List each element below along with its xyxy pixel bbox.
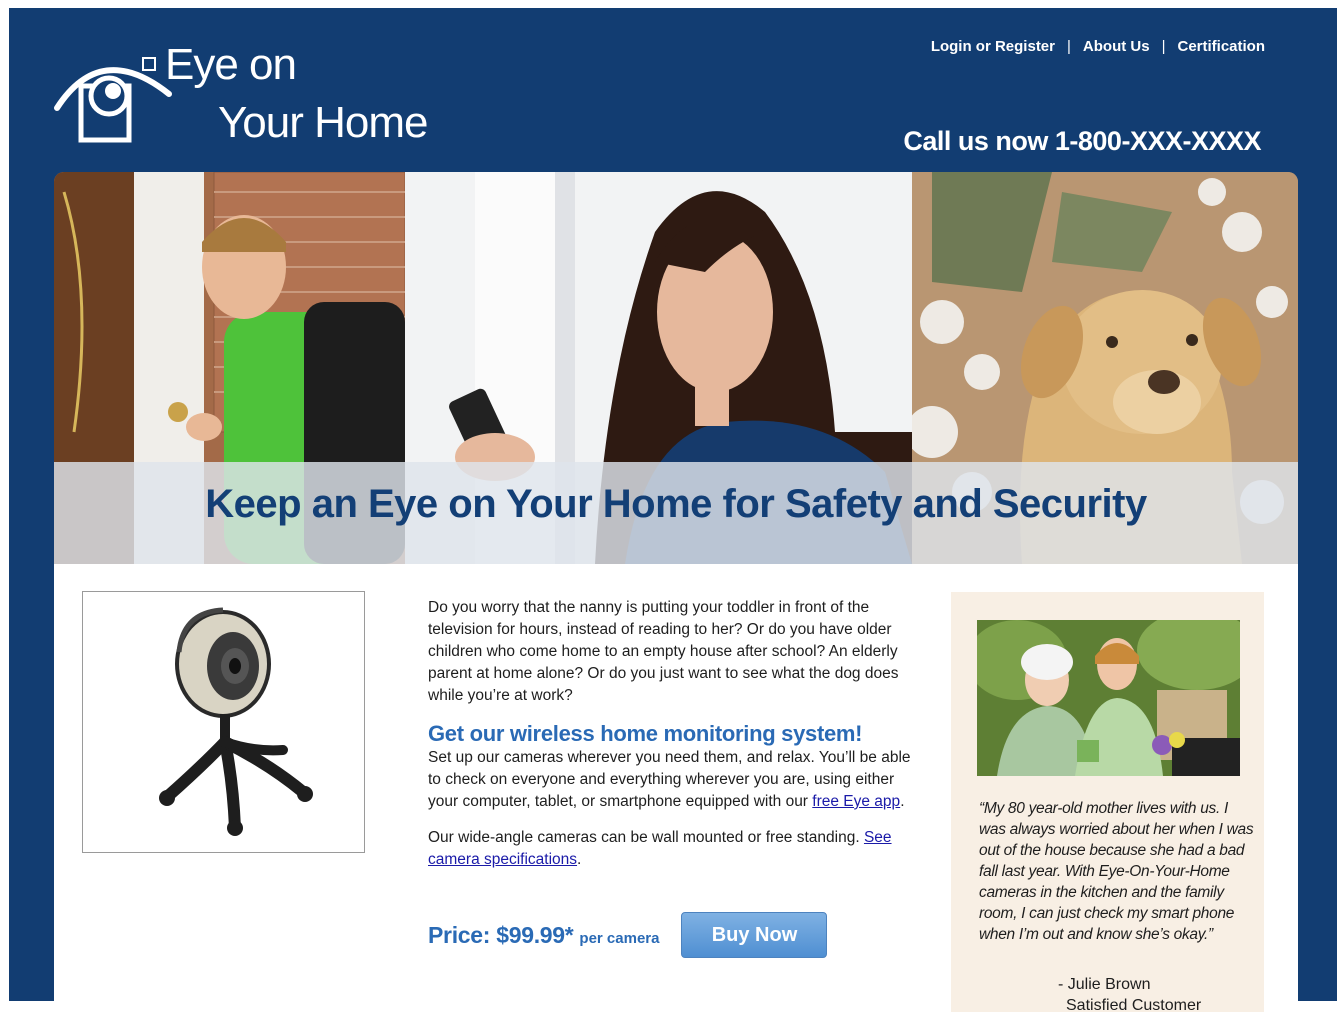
phone-number: Call us now 1-800-XXX-XXXX <box>903 126 1261 156</box>
setup-text-end: . <box>900 793 905 810</box>
testimonial-quote: “My 80 year-old mother lives with us. I … <box>979 800 1254 943</box>
price-row: Price: $99.99* per camera Buy Now <box>428 912 828 958</box>
main-content: Do you worry that the nanny is putting y… <box>54 564 1298 1014</box>
setup-paragraph: Set up our cameras wherever you need the… <box>428 747 923 813</box>
top-nav: Login or Register | About Us | Certifica… <box>931 38 1265 55</box>
testimonial-role: Satisfied Customer <box>1066 997 1202 1014</box>
intro-paragraph: Do you worry that the nanny is putting y… <box>428 599 899 704</box>
cameras-paragraph: Our wide-angle cameras can be wall mount… <box>428 827 923 871</box>
free-eye-app-link[interactable]: free Eye app <box>812 793 900 810</box>
price-label: Price: $99.99* <box>428 921 574 948</box>
testimonial-name: - Julie Brown <box>1058 976 1151 993</box>
login-register-link[interactable]: Login or Register <box>931 38 1055 55</box>
testimonial: “My 80 year-old mother lives with us. I … <box>951 592 1264 1014</box>
nav-separator: | <box>1161 38 1166 55</box>
about-us-link[interactable]: About Us <box>1083 38 1150 55</box>
certification-link[interactable]: Certification <box>1177 38 1265 55</box>
page-frame: Eye on Your Home Login or Register | Abo… <box>9 8 1337 1014</box>
price-unit: per camera <box>579 929 660 947</box>
offer-heading: Get our wireless home monitoring system! <box>428 721 863 746</box>
testimonial-photo <box>977 620 1240 776</box>
hero-title: Keep an Eye on Your Home for Safety and … <box>205 482 1147 526</box>
nav-separator: | <box>1067 38 1071 55</box>
eye-house-logo-icon <box>54 57 172 143</box>
buy-now-button[interactable]: Buy Now <box>681 912 828 958</box>
cameras-text-end: . <box>577 851 582 868</box>
logo-text-line1: Eye on <box>165 40 297 89</box>
webcam-product-image <box>82 591 365 853</box>
article: Do you worry that the nanny is putting y… <box>428 597 923 889</box>
logo-text-line2: Your Home <box>218 98 428 147</box>
cameras-text: Our wide-angle cameras can be wall mount… <box>428 829 864 846</box>
hero-banner: Keep an Eye on Your Home for Safety and … <box>54 172 1298 564</box>
logo[interactable]: Eye on Your Home <box>51 36 471 156</box>
